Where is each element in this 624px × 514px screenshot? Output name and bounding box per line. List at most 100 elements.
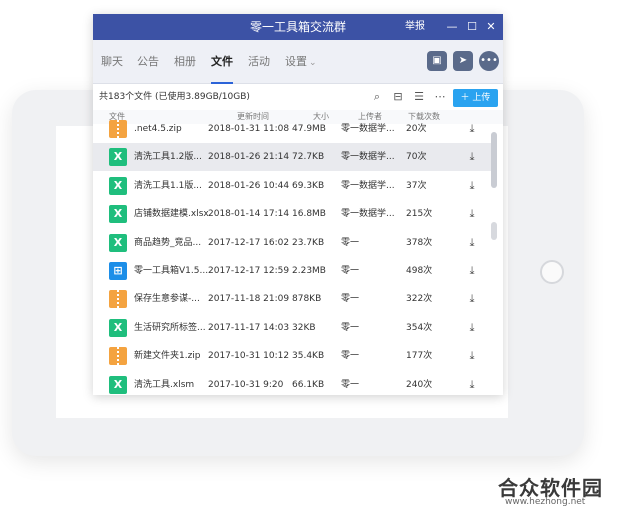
more-options-icon[interactable]: ⋯: [432, 89, 448, 105]
file-size: 69.3KB: [292, 180, 325, 191]
file-row[interactable]: X 清洗工具1.2版... 2018-01-26 21:14 72.7KB 零一数据学.…: [93, 143, 491, 172]
file-list: .net4.5.zip 2018-01-31 11:08 47.9MB 零一数据学..…: [93, 114, 491, 395]
more-icon[interactable]: •••: [479, 51, 499, 71]
file-name: 商品趋势_竞品...: [134, 237, 202, 248]
excel-file-icon: X: [109, 176, 127, 195]
excel-file-icon: X: [109, 148, 127, 167]
file-time: 2017-12-17 12:59: [208, 266, 290, 276]
file-size: 47.9MB: [292, 124, 326, 134]
file-size: 72.7KB: [292, 152, 325, 163]
calendar-icon[interactable]: ▣: [427, 51, 447, 71]
zip-file-icon-zipper: [117, 120, 119, 138]
file-downloads: 37次: [406, 180, 427, 191]
file-row[interactable]: X 生活研究所标签... 2017-11-17 14:03 32KB 零一 354次 ⤓: [93, 314, 491, 342]
file-row[interactable]: .net4.5.zip 2018-01-31 11:08 47.9MB 零一数据学..…: [93, 115, 491, 143]
file-downloads: 322次: [406, 294, 433, 305]
windows-app-icon: ⊞: [109, 262, 127, 280]
tab-chat[interactable]: 聊天: [101, 40, 123, 84]
file-downloads: 378次: [406, 237, 433, 248]
file-name: 保存生意参谋-...: [134, 294, 200, 305]
download-icon[interactable]: ⤓: [465, 377, 479, 393]
zip-file-icon: [109, 120, 127, 138]
download-icon[interactable]: ⤓: [465, 235, 479, 251]
file-time: 2017-10-31 9:20: [208, 379, 284, 390]
file-row[interactable]: X 商品趋势_竞品... 2017-12-17 16:02 23.7KB 零一 378次 ⤓: [93, 229, 491, 257]
file-uploader: 零一: [341, 322, 360, 333]
download-icon[interactable]: ⤓: [465, 178, 479, 194]
upload-button[interactable]: ＋ 上传: [453, 89, 498, 107]
excel-file-icon: X: [109, 318, 127, 337]
file-size: 878KB: [292, 294, 322, 305]
file-uploader: 零一数据学...: [341, 124, 395, 134]
folder-share-icon[interactable]: ➤: [453, 51, 473, 71]
file-uploader: 零一: [341, 379, 360, 390]
file-downloads: 215次: [406, 209, 433, 220]
file-time: 2018-01-14 17:14: [208, 209, 290, 220]
download-icon[interactable]: ⤓: [465, 263, 479, 279]
file-name: 零一工具箱V1.5...: [134, 266, 209, 276]
tab-settings-label: 设置: [285, 55, 307, 68]
close-button[interactable]: ✕: [482, 18, 500, 36]
file-downloads: 240次: [406, 379, 433, 390]
file-time: 2018-01-26 21:14: [208, 152, 290, 163]
file-row[interactable]: X 清洗工具1.1版... 2018-01-26 10:44 69.3KB 零一数据学.…: [93, 172, 491, 200]
maximize-button[interactable]: ☐: [463, 18, 481, 36]
list-view-icon[interactable]: ☰: [411, 89, 427, 105]
file-row[interactable]: ⊞ 零一工具箱V1.5... 2017-12-17 12:59 2.23MB 零一 498…: [93, 257, 491, 285]
tablet-home-button: [540, 260, 564, 284]
chevron-down-icon: ⌄: [309, 58, 317, 68]
window-title: 零一工具箱交流群: [249, 20, 346, 34]
file-time: 2018-01-31 11:08: [208, 124, 290, 134]
zip-file-icon: [109, 290, 127, 309]
file-time: 2017-10-31 10:12: [208, 351, 290, 362]
search-icon[interactable]: ⌕: [369, 89, 385, 105]
stage: 零一工具箱交流群 举报 — ☐ ✕ 聊天 公告 相册 文件 活动 设置 ⌄ ▣ ➤…: [0, 0, 624, 514]
file-size: 16.8MB: [292, 209, 326, 220]
file-uploader: 零一: [341, 351, 360, 362]
file-size: 35.4KB: [292, 351, 325, 362]
download-icon[interactable]: ⤓: [465, 348, 479, 364]
excel-file-icon: X: [109, 233, 127, 252]
file-name: .net4.5.zip: [134, 124, 182, 134]
file-row[interactable]: 新建文件夹1.zip 2017-10-31 10:12 35.4KB 零一 177次 ⤓: [93, 342, 491, 370]
tab-notice[interactable]: 公告: [137, 40, 159, 84]
download-icon[interactable]: ⤓: [465, 121, 479, 137]
file-name: 店铺数据建模.xlsx: [134, 209, 209, 220]
group-window: 零一工具箱交流群 举报 — ☐ ✕ 聊天 公告 相册 文件 活动 设置 ⌄ ▣ ➤…: [93, 14, 503, 395]
tab-settings[interactable]: 设置 ⌄: [285, 40, 317, 84]
file-uploader: 零一: [341, 266, 360, 276]
scrollbar-thumb-secondary: [491, 222, 497, 240]
file-size: 32KB: [292, 322, 316, 333]
file-row[interactable]: X 清洗工具.xlsm 2017-10-31 9:20 66.1KB 零一 240次 ⤓: [93, 371, 491, 395]
tab-album[interactable]: 相册: [174, 40, 196, 84]
minimize-button[interactable]: —: [443, 18, 461, 36]
file-uploader: 零一: [341, 294, 360, 305]
inbox-icon[interactable]: ⊟: [390, 89, 406, 105]
file-row[interactable]: 保存生意参谋-... 2017-11-18 21:09 878KB 零一 322次 ⤓: [93, 285, 491, 313]
report-button[interactable]: 举报: [405, 14, 425, 40]
file-size: 23.7KB: [292, 237, 325, 248]
download-icon[interactable]: ⤓: [465, 320, 479, 336]
file-downloads: 177次: [406, 351, 433, 362]
tab-activity[interactable]: 活动: [248, 40, 270, 84]
zip-file-icon-zipper: [117, 347, 119, 366]
download-icon[interactable]: ⤓: [465, 206, 479, 222]
file-size: 66.1KB: [292, 379, 325, 390]
excel-file-icon: X: [109, 205, 127, 224]
upload-label: 上传: [472, 93, 491, 103]
file-time: 2017-11-17 14:03: [208, 322, 290, 333]
file-name: 清洗工具1.2版...: [134, 152, 202, 163]
watermark-url: www.hezhong.net: [505, 497, 586, 507]
excel-file-icon: X: [109, 375, 127, 394]
file-downloads: 498次: [406, 266, 433, 276]
download-icon[interactable]: ⤓: [465, 149, 479, 165]
tab-bar: 聊天 公告 相册 文件 活动 设置 ⌄ ▣ ➤ •••: [93, 40, 503, 84]
file-time: 2017-12-17 16:02: [208, 237, 290, 248]
file-downloads: 70次: [406, 152, 427, 163]
scrollbar-thumb[interactable]: [491, 132, 497, 188]
file-row[interactable]: X 店铺数据建模.xlsx 2018-01-14 17:14 16.8MB 零一数据学.…: [93, 200, 491, 228]
file-size: 2.23MB: [292, 266, 326, 276]
files-summary: 共183个文件 (已使用3.89GB/10GB): [99, 92, 250, 102]
download-icon[interactable]: ⤓: [465, 291, 479, 307]
tab-files[interactable]: 文件: [211, 40, 233, 84]
